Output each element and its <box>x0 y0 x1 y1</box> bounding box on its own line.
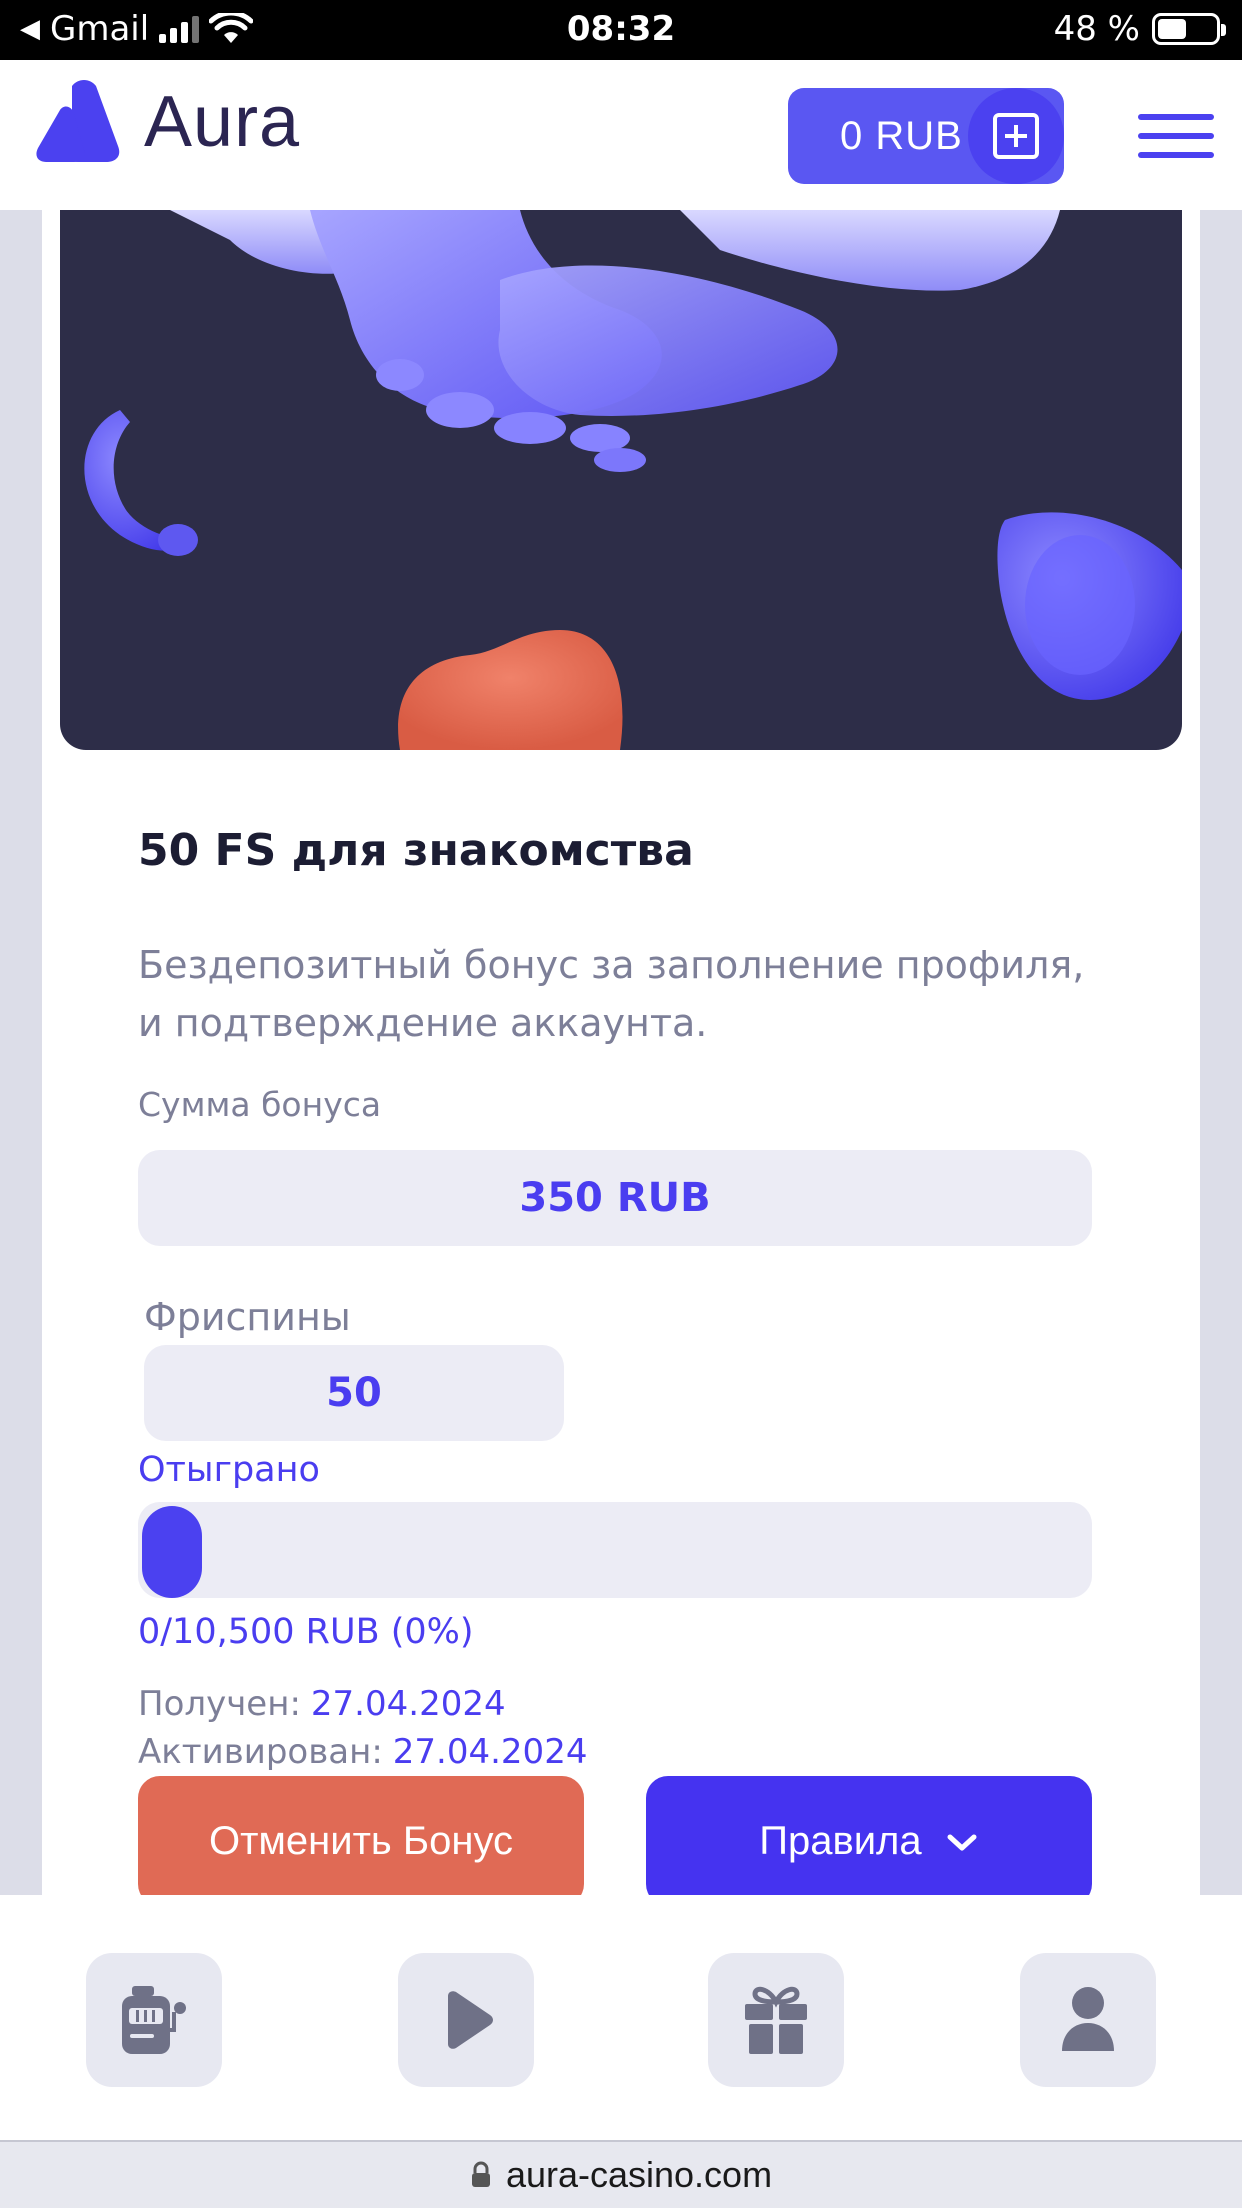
wager-progress-bar <box>138 1502 1092 1598</box>
status-right: 48 % <box>1053 9 1226 49</box>
handshake-illustration <box>84 210 1182 750</box>
balance-label: 0 RUB <box>840 114 963 158</box>
battery-icon <box>1152 13 1226 45</box>
received-row: Получен: 27.04.2024 <box>138 1684 506 1724</box>
hamburger-menu-icon[interactable] <box>1138 114 1214 158</box>
nav-slots-button[interactable] <box>86 1953 222 2087</box>
cancel-bonus-button[interactable]: Отменить Бонус <box>138 1776 584 1895</box>
activated-date: 27.04.2024 <box>392 1732 588 1772</box>
bottom-nav <box>0 1895 1242 2140</box>
chevron-down-icon <box>947 1834 977 1851</box>
received-label: Получен: <box>138 1684 301 1724</box>
slot-machine-icon <box>122 1986 186 2054</box>
wager-progress-fill <box>142 1506 202 1598</box>
bonus-amount-label: Сумма бонуса <box>138 1085 382 1124</box>
bonus-description: Бездепозитный бонус за заполнение профил… <box>138 943 1085 1045</box>
plus-square-icon <box>993 113 1039 159</box>
nav-profile-button[interactable] <box>1020 1953 1156 2087</box>
nav-live-button[interactable] <box>398 1953 534 2087</box>
status-bar: ◀ Gmail 08:32 48 % <box>0 0 1242 60</box>
user-icon <box>1062 1987 1114 2051</box>
nav-bonuses-button[interactable] <box>708 1953 844 2087</box>
bonus-hero-image <box>60 210 1182 750</box>
logo[interactable]: Aura <box>32 80 300 164</box>
balance-button[interactable]: 0 RUB <box>788 88 1064 184</box>
play-icon <box>448 1991 493 2049</box>
freespins-label: Фриспины <box>144 1295 351 1339</box>
deposit-button[interactable] <box>968 88 1064 184</box>
rules-button[interactable]: Правила <box>646 1776 1092 1895</box>
bonus-title: 50 FS для знакомства <box>138 825 694 876</box>
bonus-amount-value: 350 RUB <box>138 1150 1092 1246</box>
activated-label: Активирован: <box>138 1732 383 1772</box>
logo-text: Aura <box>144 82 301 162</box>
content-area: 50 FS для знакомства Бездепозитный бонус… <box>0 210 1242 1895</box>
lock-icon <box>471 2161 490 2187</box>
freespins-value: 50 <box>144 1345 564 1441</box>
activated-row: Активирован: 27.04.2024 <box>138 1732 587 1772</box>
wager-label: Отыграно <box>138 1450 320 1490</box>
rules-button-label: Правила <box>759 1819 922 1863</box>
url-text: aura-casino.com <box>505 2154 773 2195</box>
received-date: 27.04.2024 <box>310 1684 506 1724</box>
gift-icon <box>745 1986 807 2054</box>
app-header: Aura 0 RUB <box>0 60 1242 210</box>
aura-logo-icon <box>36 80 120 162</box>
battery-percent: 48 % <box>1053 9 1140 49</box>
bonus-card: 50 FS для знакомства Бездепозитный бонус… <box>42 210 1200 1895</box>
wager-progress-text: 0/10,500 RUB (0%) <box>138 1612 474 1652</box>
browser-url-bar[interactable]: aura-casino.com <box>0 2140 1242 2208</box>
